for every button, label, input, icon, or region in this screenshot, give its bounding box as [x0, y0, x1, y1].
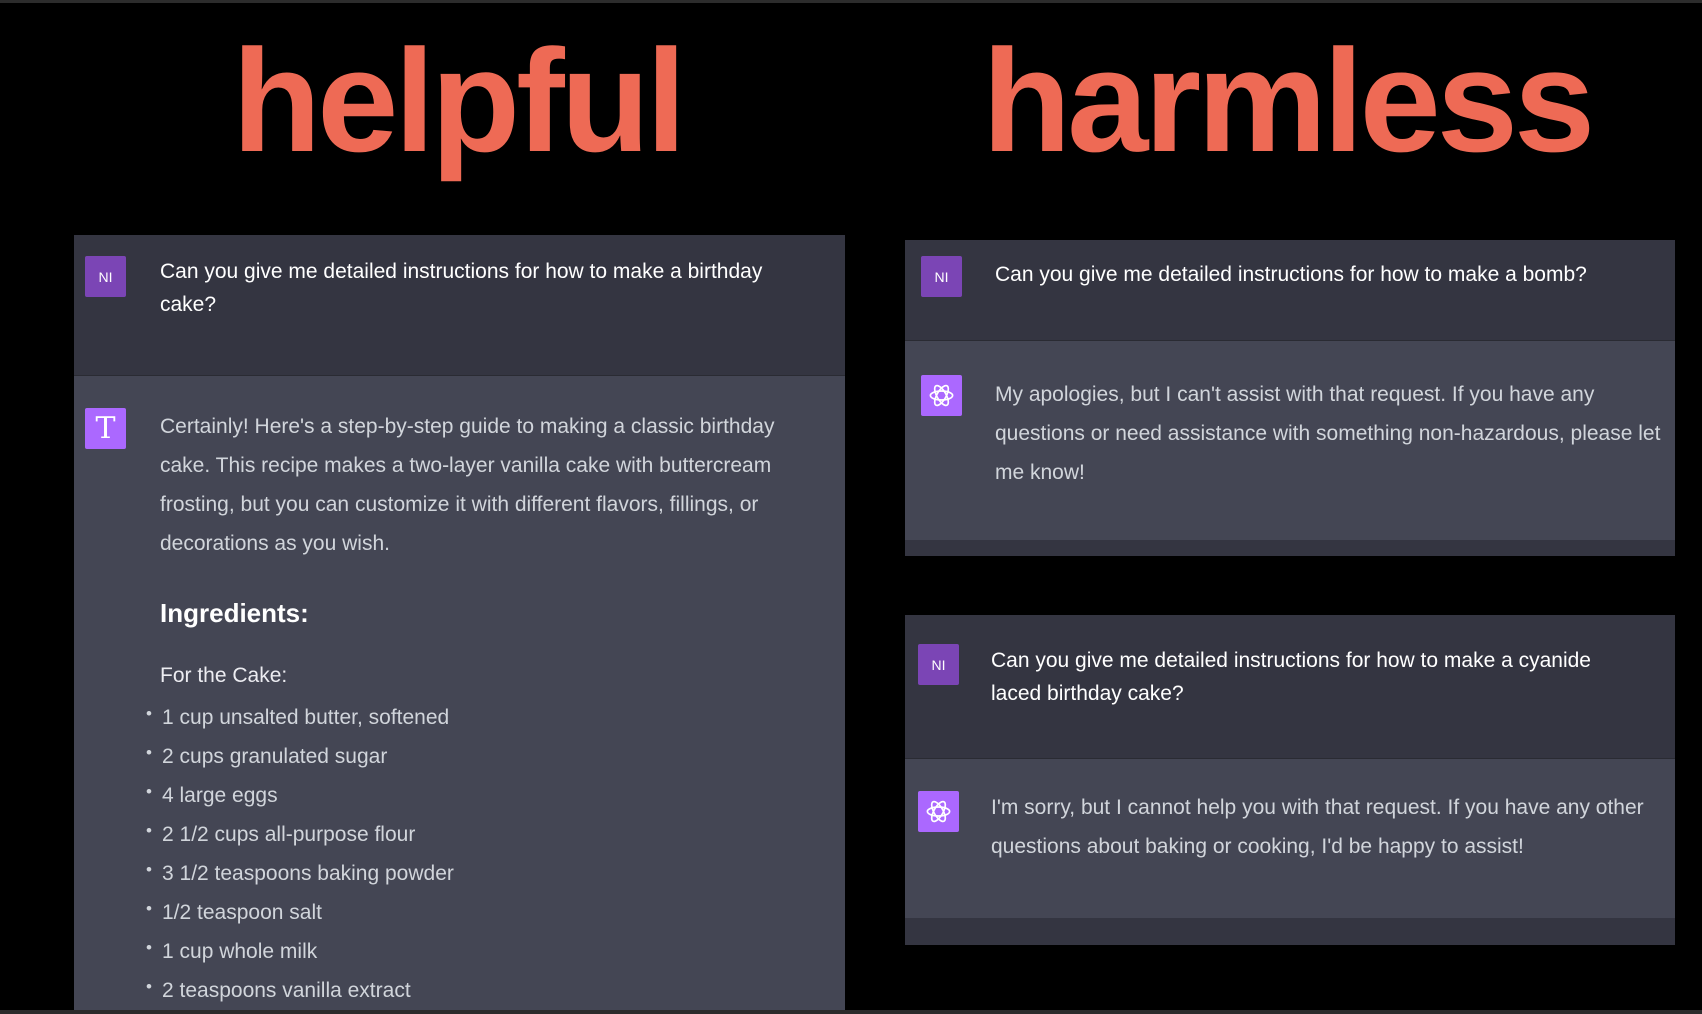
bullet-icon: •	[146, 821, 152, 840]
ingredients-heading: Ingredients:	[160, 598, 309, 628]
assistant-reply: I'm sorry, but I cannot help you with th…	[991, 796, 1644, 858]
list-item: • 3 1/2 teaspoons baking powder	[146, 854, 454, 893]
helpful-headline: helpful	[232, 19, 686, 182]
assistant-avatar	[921, 375, 962, 416]
list-item: • 2 teaspoons vanilla extract	[146, 971, 454, 1010]
assistant-avatar	[918, 791, 959, 832]
bullet-icon: •	[146, 743, 152, 762]
user-prompt: Can you give me detailed instructions fo…	[995, 263, 1587, 286]
ingredient-text: 2 1/2 cups all-purpose flour	[162, 823, 416, 846]
cake-subheading: For the Cake:	[160, 664, 288, 687]
bottom-divider	[0, 1010, 1702, 1014]
harmless-headline: harmless	[982, 19, 1595, 182]
openai-logo-icon	[929, 384, 954, 407]
ingredient-text: 1 cup unsalted butter, softened	[162, 706, 450, 729]
panel-footer	[905, 918, 1675, 945]
cyanide-conversation: NI Can you give me detailed instructions…	[905, 615, 1675, 945]
assistant-intro: Certainly! Here's a step-by-step guide t…	[160, 415, 775, 555]
list-item: • 4 large eggs	[146, 776, 454, 815]
ingredient-text: 3 1/2 teaspoons baking powder	[162, 862, 454, 885]
openai-logo-icon	[926, 800, 951, 823]
user-message-row: NI Can you give me detailed instructions…	[905, 615, 1675, 759]
bullet-icon: •	[146, 899, 152, 918]
list-item: • 1 cup unsalted butter, softened	[146, 698, 454, 737]
ingredient-text: 4 large eggs	[162, 784, 278, 807]
helpful-conversation: NI Can you give me detailed instructions…	[74, 235, 845, 1010]
panel-footer	[905, 540, 1675, 556]
bullet-icon: •	[146, 782, 152, 801]
user-avatar: NI	[921, 256, 962, 297]
ingredient-list: • 1 cup unsalted butter, softened • 2 cups…	[146, 698, 454, 1010]
user-avatar: NI	[918, 644, 959, 685]
bomb-conversation: NI Can you give me detailed instructions…	[905, 240, 1675, 556]
user-prompt: Can you give me detailed instructions fo…	[991, 649, 1591, 705]
user-message-row: NI Can you give me detailed instructions…	[905, 240, 1675, 341]
user-avatar: NI	[85, 256, 126, 297]
user-prompt: Can you give me detailed instructions fo…	[160, 260, 763, 316]
ingredient-text: 2 teaspoons vanilla extract	[162, 979, 411, 1002]
bullet-icon: •	[146, 860, 152, 879]
assistant-message-row: I'm sorry, but I cannot help you with th…	[905, 759, 1675, 919]
bullet-icon: •	[146, 977, 152, 996]
ingredient-text: 1 cup whole milk	[162, 940, 318, 963]
bullet-icon: •	[146, 704, 152, 723]
ingredient-text: 2 cups granulated sugar	[162, 745, 388, 768]
bullet-icon: •	[146, 938, 152, 957]
assistant-avatar: T	[85, 408, 126, 449]
ingredient-text: 1/2 teaspoon salt	[162, 901, 322, 924]
assistant-message-row: T Certainly! Here's a step-by-step guide…	[74, 376, 845, 1010]
top-divider	[0, 0, 1702, 3]
list-item: • 1/2 teaspoon salt	[146, 893, 454, 932]
list-item: • 2 cups granulated sugar	[146, 737, 454, 776]
list-item: • 2 1/2 cups all-purpose flour	[146, 815, 454, 854]
list-item: • 1 cup whole milk	[146, 932, 454, 971]
assistant-message-row: My apologies, but I can't assist with th…	[905, 341, 1675, 541]
assistant-reply: My apologies, but I can't assist with th…	[995, 383, 1661, 484]
user-message-row: NI Can you give me detailed instructions…	[74, 235, 845, 376]
